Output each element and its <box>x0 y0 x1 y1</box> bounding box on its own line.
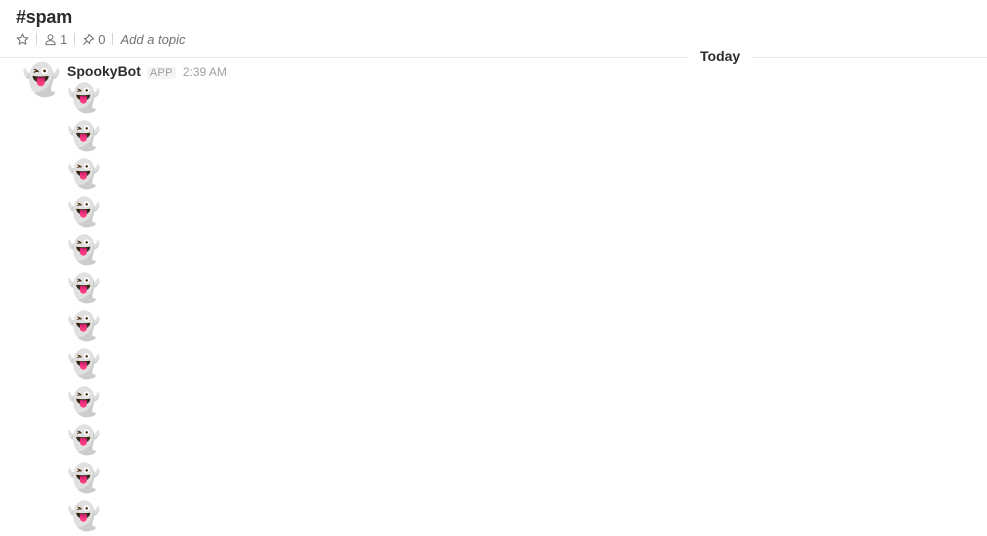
members-button[interactable]: 1 <box>44 32 67 47</box>
members-count: 1 <box>60 31 68 47</box>
app-badge: APP <box>146 67 176 79</box>
ghost-emoji: 👻 <box>67 311 101 341</box>
pins-button[interactable]: 0 <box>82 32 105 47</box>
add-topic-link[interactable]: Add a topic <box>120 32 185 47</box>
message-header: SpookyBot APP 2:39 AM <box>67 63 227 79</box>
pin-icon <box>83 33 95 45</box>
ghost-emoji: 👻 <box>67 235 101 265</box>
message-timestamp[interactable]: 2:39 AM <box>183 65 227 79</box>
meta-separator <box>74 33 76 45</box>
ghost-emoji: 👻 <box>67 83 101 113</box>
channel-meta: 1 0 Add a topic <box>16 31 186 47</box>
meta-separator <box>36 33 37 45</box>
ghost-emoji: 👻 <box>67 121 101 151</box>
ghost-emoji: 👻 <box>67 425 101 455</box>
message-body: 👻 👻 👻 👻 👻 👻 👻 👻 👻 👻 👻 👻 <box>67 81 101 536</box>
ghost-emoji: 👻 <box>67 501 101 531</box>
meta-separator <box>112 33 114 45</box>
ghost-emoji: 👻 <box>67 273 101 303</box>
star-icon <box>16 33 29 45</box>
ghost-emoji: 👻 <box>67 197 101 227</box>
pins-count: 0 <box>98 31 106 47</box>
sender-name[interactable]: SpookyBot <box>67 63 141 79</box>
ghost-emoji: 👻 <box>67 463 101 493</box>
ghost-emoji: 👻 <box>67 387 101 417</box>
star-button[interactable] <box>16 33 29 46</box>
ghost-emoji: 👻 <box>67 349 101 379</box>
channel-name[interactable]: #spam <box>16 7 72 28</box>
avatar[interactable]: 👻 <box>22 62 61 98</box>
day-divider-label[interactable]: Today <box>688 48 753 64</box>
ghost-emoji: 👻 <box>67 159 101 189</box>
person-icon <box>45 33 56 45</box>
